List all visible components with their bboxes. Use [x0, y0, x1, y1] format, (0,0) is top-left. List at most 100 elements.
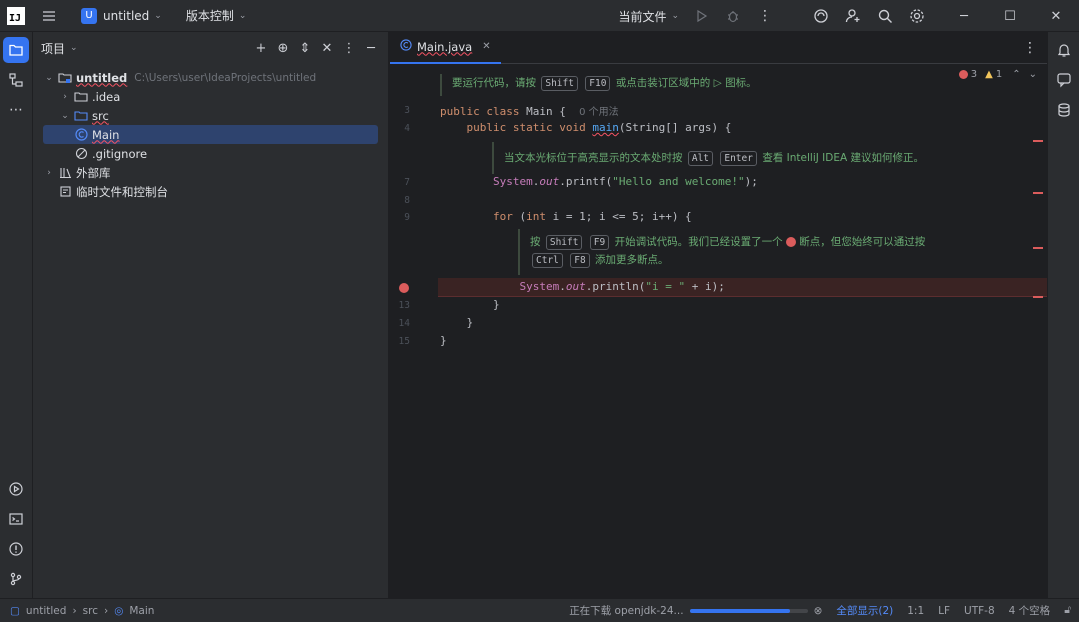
error-stripe[interactable]: [1033, 32, 1043, 598]
shortcut-key: Shift: [541, 76, 578, 91]
error-marker[interactable]: [1033, 247, 1043, 249]
run-config-selector[interactable]: 当前文件 ⌄: [612, 4, 685, 28]
run-tool-icon[interactable]: [3, 476, 29, 502]
download-progress-bar[interactable]: [689, 608, 808, 613]
close-window-button[interactable]: ✕: [1033, 0, 1079, 32]
tree-item-root[interactable]: ⌄ untitled C:\Users\user\IdeaProjects\un…: [33, 68, 388, 87]
new-file-plus-icon[interactable]: +: [250, 36, 272, 60]
problems-icon[interactable]: [3, 536, 29, 562]
method-name: main: [592, 121, 619, 134]
code-line-close-class[interactable]: }: [440, 334, 447, 347]
settings-gear-icon[interactable]: [901, 0, 933, 32]
external-libs-label: 外部库: [76, 165, 111, 180]
main-menu-icon[interactable]: [33, 0, 65, 32]
options-menu-icon[interactable]: ⋮: [338, 36, 360, 60]
usage-hint[interactable]: 0 个用法: [579, 107, 619, 118]
vcs-menu[interactable]: 版本控制 ⌄: [180, 4, 253, 28]
code-line-close-main[interactable]: }: [440, 316, 474, 329]
indent-setting[interactable]: 4 个空格: [1009, 603, 1051, 618]
code-line-println[interactable]: System.out.println("i = " + i);: [440, 280, 724, 293]
idea-folder-label: .idea: [92, 89, 121, 104]
code-line-class[interactable]: public class Main { 0 个用法: [440, 103, 619, 118]
database-icon[interactable]: [1051, 97, 1077, 123]
add-user-icon[interactable]: [837, 0, 869, 32]
project-tree: ⌄ untitled C:\Users\user\IdeaProjects\un…: [33, 68, 388, 201]
gitignore-label: .gitignore: [92, 146, 148, 161]
chevron-down-icon[interactable]: ⌄: [70, 43, 78, 53]
tree-item-main[interactable]: Main: [43, 125, 378, 144]
chevron-down-icon: ⌄: [238, 10, 247, 21]
run-icon[interactable]: [685, 0, 717, 32]
error-marker[interactable]: [1033, 296, 1043, 298]
chevron-right-icon[interactable]: ›: [41, 168, 57, 178]
locate-target-icon[interactable]: ⊕: [272, 36, 294, 60]
doc-comment-debug: 按 Shift F9 开始调试代码。我们已经设置了一个 断点，但您始终可以通过按…: [518, 229, 938, 275]
git-icon[interactable]: [3, 566, 29, 592]
structure-icon[interactable]: [3, 67, 29, 93]
ai-assistant-icon[interactable]: [805, 0, 837, 32]
debug-icon[interactable]: [717, 0, 749, 32]
show-all-tasks-link[interactable]: 全部显示(2): [836, 603, 893, 618]
file-encoding[interactable]: UTF-8: [964, 605, 995, 617]
breakpoint-icon[interactable]: [399, 283, 409, 293]
doc-text: 开始调试代码。我们已经设置了一个: [614, 236, 783, 248]
project-switcher[interactable]: U untitled ⌄: [75, 4, 168, 28]
ai-chat-icon[interactable]: [1051, 67, 1077, 93]
code-line-printf[interactable]: System.out.printf("Hello and welcome!");: [440, 175, 758, 188]
project-panel-title[interactable]: 项目: [41, 40, 65, 57]
minimize-button[interactable]: ─: [941, 0, 987, 32]
breadcrumb-main[interactable]: Main: [129, 605, 154, 617]
caret-position[interactable]: 1:1: [907, 605, 924, 617]
line-number: 3: [404, 105, 410, 116]
java-class-icon: [73, 128, 89, 141]
notifications-bell-icon[interactable]: [1051, 37, 1077, 63]
project-badge: U: [81, 7, 97, 24]
tree-item-src[interactable]: ⌄ src: [33, 106, 388, 125]
chevron-down-icon: ⌄: [671, 11, 679, 21]
tab-label: Main.java: [417, 39, 473, 54]
project-tool-folder-icon[interactable]: [3, 37, 29, 63]
chevron-down-icon[interactable]: ⌄: [57, 111, 73, 121]
code-line-for[interactable]: for (int i = 1; i <= 5; i++) {: [440, 210, 692, 223]
tab-main-java[interactable]: Main.java ✕: [390, 32, 501, 64]
java-class-icon: [400, 39, 412, 54]
breadcrumb-src[interactable]: src: [83, 605, 98, 617]
string-literal: "Hello and welcome!": [612, 175, 745, 188]
tree-item-idea[interactable]: › .idea: [33, 87, 388, 106]
chevron-up-icon[interactable]: ⌃: [1012, 69, 1020, 80]
cancel-task-icon[interactable]: ⊗: [814, 605, 823, 617]
tree-item-scratches[interactable]: 临时文件和控制台: [33, 182, 388, 201]
tree-item-external-libs[interactable]: › 外部库: [33, 163, 388, 182]
chevron-down-icon: ⌄: [154, 10, 162, 21]
close-tab-icon[interactable]: ✕: [482, 41, 490, 52]
expand-all-icon[interactable]: ⇕: [294, 36, 316, 60]
lock-icon[interactable]: 🔓︎: [1064, 604, 1071, 617]
breadcrumb: ▢ untitled › src › ◎ Main: [0, 605, 160, 617]
hide-panel-icon[interactable]: ─: [360, 36, 382, 60]
intellij-logo-icon[interactable]: IJ: [7, 6, 25, 25]
error-marker[interactable]: [1033, 140, 1043, 142]
source-folder-icon: [73, 109, 89, 123]
collapse-all-icon[interactable]: ✕: [316, 36, 338, 60]
more-tool-windows-icon[interactable]: ⋯: [3, 97, 29, 123]
line-number: 15: [398, 336, 410, 347]
background-task-label[interactable]: 正在下载 openjdk-24...: [569, 603, 683, 618]
more-actions-icon[interactable]: ⋮: [749, 0, 781, 32]
error-marker[interactable]: [1033, 192, 1043, 194]
chevron-down-icon[interactable]: ⌄: [1029, 69, 1037, 80]
terminal-icon[interactable]: [3, 506, 29, 532]
doc-text: 或点击装订区域中的: [615, 77, 711, 89]
doc-text: 查看 IntelliJ IDEA 建议如何修正。: [762, 152, 925, 164]
line-separator[interactable]: LF: [938, 605, 950, 617]
tab-options-icon[interactable]: ⋮: [1023, 40, 1037, 56]
search-icon[interactable]: [869, 0, 901, 32]
field: out: [565, 280, 586, 293]
code-line-main[interactable]: public static void main(String[] args) {: [440, 121, 732, 134]
chevron-down-icon[interactable]: ⌄: [41, 73, 57, 83]
line-number: 8: [404, 195, 410, 206]
code-line-close-for[interactable]: }: [440, 298, 500, 311]
tree-item-gitignore[interactable]: .gitignore: [33, 144, 388, 163]
maximize-button[interactable]: ☐: [987, 0, 1033, 32]
breadcrumb-project[interactable]: untitled: [26, 605, 67, 617]
chevron-right-icon[interactable]: ›: [57, 92, 73, 102]
